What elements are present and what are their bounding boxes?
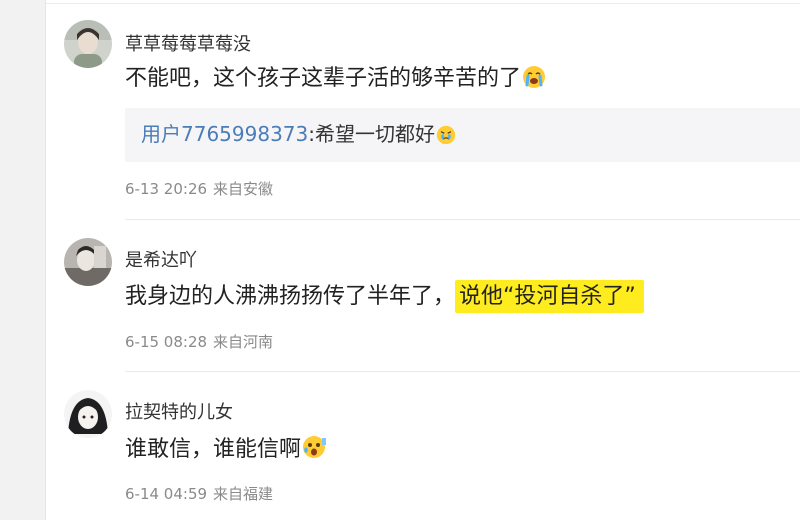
comment-divider xyxy=(125,219,800,220)
reply-body: 希望一切都好 xyxy=(315,122,435,146)
comment-text-body: 不能吧，这个孩子这辈子活的够辛苦的了 xyxy=(125,66,522,91)
avatar[interactable] xyxy=(64,390,112,438)
crying-emoji-icon xyxy=(522,65,546,98)
reply-text: 用户7765998373:希望一切都好 xyxy=(141,120,456,152)
comment-meta: 6-13 20:26 来自安徽 xyxy=(125,178,273,199)
timestamp: 6-14 04:59 xyxy=(125,485,208,503)
comment-text: 不能吧，这个孩子这辈子活的够辛苦的了 xyxy=(125,64,546,98)
page: 草草莓莓草莓没 不能吧，这个孩子这辈子活的够辛苦的了 用户7765998373:… xyxy=(0,0,800,520)
reply-username-link[interactable]: 用户7765998373 xyxy=(141,122,308,146)
reply-box: 用户7765998373:希望一切都好 xyxy=(125,108,800,162)
username[interactable]: 是希达吖 xyxy=(125,246,197,272)
timestamp: 6-13 20:26 xyxy=(125,180,208,198)
comment-panel: 草草莓莓草莓没 不能吧，这个孩子这辈子活的够辛苦的了 用户7765998373:… xyxy=(45,0,800,520)
comment-meta: 6-15 08:28 来自河南 xyxy=(125,331,273,352)
shocked-emoji-icon xyxy=(302,434,328,469)
comment-text: 谁敢信，谁能信啊 xyxy=(125,434,328,469)
tearful-emoji-icon xyxy=(436,124,456,152)
timestamp: 6-15 08:28 xyxy=(125,333,208,351)
avatar[interactable] xyxy=(64,20,112,68)
username[interactable]: 拉契特的儿女 xyxy=(125,398,233,424)
location: 来自福建 xyxy=(213,485,274,503)
location: 来自安徽 xyxy=(213,180,274,198)
comment-text-body: 谁敢信，谁能信啊 xyxy=(125,437,302,462)
comment-text-body: 我身边的人沸沸扬扬传了半年了， xyxy=(125,284,456,309)
avatar[interactable] xyxy=(64,238,112,286)
top-divider xyxy=(46,3,800,4)
comment-divider xyxy=(125,371,800,372)
reply-separator: : xyxy=(308,122,315,146)
comment-meta: 6-14 04:59 来自福建 xyxy=(125,483,273,504)
location: 来自河南 xyxy=(213,333,274,351)
highlighted-text: 说他“投河自杀了” xyxy=(455,280,644,313)
comment-text: 我身边的人沸沸扬扬传了半年了， 说他“投河自杀了” xyxy=(125,280,644,313)
username[interactable]: 草草莓莓草莓没 xyxy=(125,30,251,56)
